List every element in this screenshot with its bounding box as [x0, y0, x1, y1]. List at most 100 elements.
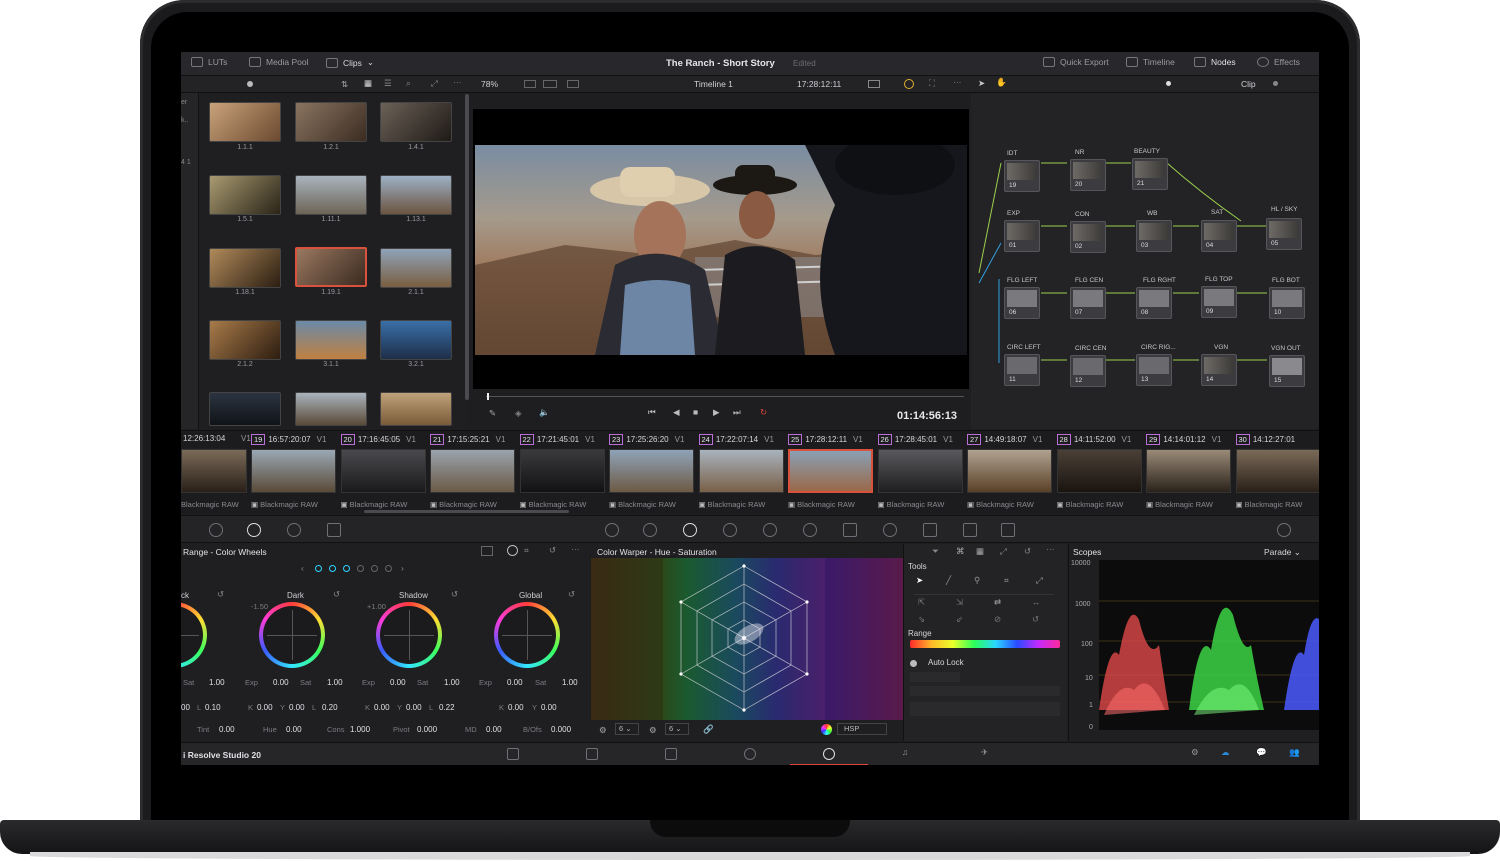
- highlight-icon[interactable]: [904, 79, 914, 89]
- hand-icon[interactable]: ✋: [996, 77, 1007, 88]
- page-dot[interactable]: [371, 565, 378, 572]
- search-icon[interactable]: ⌕: [406, 78, 411, 89]
- go-to-start-icon[interactable]: ⏮: [648, 407, 656, 418]
- warper-res-b[interactable]: 6 ⌄: [665, 723, 689, 735]
- tool-icon[interactable]: ⊘: [994, 614, 1001, 625]
- color-node[interactable]: 03: [1136, 220, 1172, 252]
- color-node[interactable]: 13: [1136, 354, 1172, 386]
- color-node[interactable]: 04: [1201, 220, 1237, 252]
- exp-value[interactable]: 0.00: [273, 678, 289, 687]
- clips-button[interactable]: Clips ⌄: [326, 57, 374, 68]
- sat-value[interactable]: 1.00: [209, 678, 225, 687]
- param-value[interactable]: 0.00: [508, 703, 524, 712]
- md-value[interactable]: 0.00: [486, 725, 502, 734]
- expand-icon[interactable]: [1277, 523, 1291, 537]
- timeline-clip[interactable]: [967, 449, 1052, 493]
- media-page-icon[interactable]: [507, 748, 519, 760]
- clip-thumbnail[interactable]: [380, 248, 452, 288]
- single-viewer-icon[interactable]: [524, 80, 536, 88]
- timeline-clip[interactable]: [1146, 449, 1231, 493]
- volume-icon[interactable]: 🔈: [539, 407, 550, 418]
- color-node[interactable]: 21: [1132, 158, 1168, 190]
- contrast-value[interactable]: 1.000: [350, 725, 370, 734]
- color-node[interactable]: 19: [1004, 160, 1040, 192]
- bofs-value[interactable]: 0.000: [551, 725, 571, 734]
- clip-thumbnail[interactable]: [295, 320, 367, 360]
- clip-thumbnail[interactable]: [295, 175, 367, 215]
- split-viewer-icon[interactable]: [543, 80, 557, 88]
- timeline-clip[interactable]: [251, 449, 336, 493]
- page-dot[interactable]: [357, 565, 364, 572]
- prev-page-icon[interactable]: ‹: [301, 563, 304, 573]
- color-node[interactable]: 02: [1070, 221, 1106, 253]
- shadow-color-wheel[interactable]: [376, 602, 442, 668]
- param-value[interactable]: 0.00: [406, 703, 422, 712]
- hue-value[interactable]: 0.00: [286, 725, 302, 734]
- compare-icon[interactable]: [567, 80, 579, 88]
- sat-value[interactable]: 1.00: [562, 678, 578, 687]
- link-icon[interactable]: 🔗: [703, 724, 714, 735]
- timeline-clip[interactable]: [430, 449, 515, 493]
- edit-page-icon[interactable]: [665, 748, 677, 760]
- color-node[interactable]: 08: [1136, 287, 1172, 319]
- dark-color-wheel[interactable]: [259, 602, 325, 668]
- viewer-scrubber[interactable]: [486, 396, 964, 397]
- tool-icon[interactable]: ⇙: [956, 614, 963, 625]
- clip-thumbnail[interactable]: [209, 175, 281, 215]
- param-value[interactable]: 0.20: [322, 703, 338, 712]
- auto-lock-toggle[interactable]: [910, 660, 917, 667]
- timeline-clip[interactable]: [698, 449, 784, 493]
- warper-grid-icon[interactable]: ⚙: [649, 725, 657, 736]
- 3d-icon[interactable]: [1001, 523, 1015, 537]
- clip-thumbnail[interactable]: [295, 102, 367, 142]
- param-value[interactable]: 00: [181, 703, 190, 712]
- sidebar-label[interactable]: k..: [181, 117, 188, 124]
- media-pool-button[interactable]: Media Pool: [249, 57, 309, 67]
- timeline-clip[interactable]: [181, 449, 247, 493]
- layers-icon[interactable]: ◈: [515, 408, 522, 419]
- fairlight-page-icon[interactable]: ♫: [902, 747, 908, 757]
- sat-value[interactable]: 1.00: [444, 678, 460, 687]
- curves-icon[interactable]: [605, 523, 619, 537]
- draw-tool-icon[interactable]: ╱: [946, 575, 951, 586]
- cloud-icon[interactable]: ☁: [1221, 747, 1230, 758]
- tool-icon[interactable]: ↺: [1032, 614, 1039, 625]
- sizing-icon[interactable]: [963, 523, 977, 537]
- wheel-reset-icon[interactable]: ↺: [217, 589, 224, 600]
- viewer-more-icon[interactable]: ···: [953, 77, 962, 87]
- param-value[interactable]: 0.00: [289, 703, 305, 712]
- more-icon[interactable]: ···: [453, 77, 462, 87]
- timeline-clip-selected[interactable]: [788, 449, 873, 493]
- fullscreen-icon[interactable]: ⛶: [929, 78, 935, 89]
- warper-active-icon[interactable]: [683, 523, 697, 537]
- warper-grid[interactable]: [663, 558, 825, 720]
- color-node[interactable]: 11: [1004, 354, 1040, 386]
- color-node[interactable]: 07: [1070, 287, 1106, 319]
- clip-thumbnail[interactable]: [209, 248, 281, 288]
- wheel-reset-icon[interactable]: ↺: [333, 589, 340, 600]
- param-value[interactable]: 0.00: [374, 703, 390, 712]
- hue-range-bar[interactable]: [910, 640, 1060, 648]
- reset-icon[interactable]: ↺: [1024, 546, 1031, 557]
- window-icon[interactable]: [763, 523, 777, 537]
- sidebar-label[interactable]: 4 1: [181, 159, 191, 166]
- key-icon[interactable]: [923, 523, 937, 537]
- play-icon[interactable]: ▶: [713, 407, 720, 418]
- timeline-button[interactable]: Timeline: [1126, 57, 1175, 67]
- project-manager-icon[interactable]: ⚙: [1191, 747, 1199, 758]
- pivot-value[interactable]: 0.000: [417, 725, 437, 734]
- eyedropper-icon[interactable]: ✎: [489, 408, 496, 419]
- page-dot[interactable]: [343, 565, 350, 572]
- effects-button[interactable]: Effects: [1257, 57, 1300, 67]
- nodes-button[interactable]: Nodes: [1194, 57, 1236, 67]
- pointer-icon[interactable]: ➤: [978, 78, 985, 89]
- tool-icon[interactable]: ⇱: [918, 597, 925, 608]
- tracker-icon[interactable]: [803, 523, 817, 537]
- list-view-icon[interactable]: ☰: [384, 78, 392, 89]
- deliver-page-icon[interactable]: ✈: [981, 747, 988, 758]
- exp-value[interactable]: 0.00: [507, 678, 523, 687]
- tools-more-icon[interactable]: ···: [1046, 544, 1055, 554]
- param-value[interactable]: 0.10: [205, 703, 221, 712]
- chat-icon[interactable]: 💬: [1256, 747, 1267, 758]
- color-wheel[interactable]: [181, 602, 207, 668]
